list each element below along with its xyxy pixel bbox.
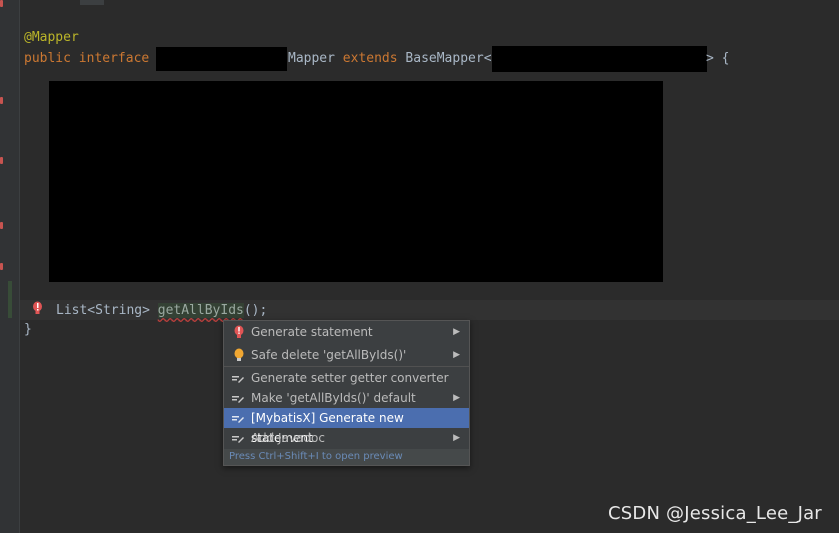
return-type: List<String>	[56, 303, 150, 318]
menu-item-safe-delete[interactable]: Safe delete 'getAllByIds()' ▶	[224, 345, 469, 365]
gutter-error-marker[interactable]	[0, 222, 3, 229]
menu-item-make-default[interactable]: Make 'getAllByIds()' default ▶	[224, 388, 469, 408]
lightbulb-icon	[234, 348, 244, 361]
menu-item-label: Safe delete 'getAllByIds()'	[251, 348, 407, 362]
gutter-error-marker[interactable]	[0, 0, 3, 7]
code-line-extends[interactable]: Mapper extends BaseMapper<	[288, 50, 492, 67]
redacted-block	[492, 46, 707, 72]
error-bulb-icon[interactable]	[32, 301, 43, 316]
code-line-method[interactable]: List<String> getAllByIds();	[56, 302, 267, 319]
keyword-public: public	[24, 51, 71, 66]
submenu-arrow-icon: ▶	[453, 433, 460, 443]
edit-intention-icon	[232, 371, 246, 385]
edit-intention-icon	[232, 411, 246, 425]
redacted-block	[156, 47, 287, 71]
redacted-code-block	[49, 81, 663, 282]
editor-gutter	[0, 0, 20, 533]
gutter-error-marker[interactable]	[0, 263, 3, 270]
footer-hint-text: Press Ctrl+Shift+I to open preview	[229, 451, 403, 462]
menu-item-label: Make 'getAllByIds()' default	[251, 391, 416, 405]
menu-item-label: Generate statement	[251, 325, 373, 339]
base-mapper-type: BaseMapper<	[405, 51, 492, 66]
menu-item-mybatisx-generate[interactable]: [MybatisX] Generate new statement	[224, 408, 469, 445]
menu-item-generate-converter[interactable]: Generate setter getter converter	[224, 368, 469, 388]
editor-tab-fragment[interactable]	[80, 0, 104, 5]
code-line-interface-decl[interactable]: public interface	[24, 50, 149, 67]
edit-intention-icon	[232, 391, 246, 405]
open-brace: > {	[706, 51, 730, 66]
submenu-arrow-icon: ▶	[453, 350, 460, 360]
submenu-arrow-icon: ▶	[453, 393, 460, 403]
annotation-token: @Mapper	[24, 30, 79, 45]
intention-actions-popup: Generate statement ▶ Safe delete 'getAll…	[223, 320, 470, 466]
keyword-interface: interface	[78, 51, 150, 66]
gutter-error-marker[interactable]	[0, 157, 3, 164]
edit-intention-icon	[232, 431, 246, 445]
code-line-annotation[interactable]: @Mapper	[24, 29, 79, 46]
popup-footer-hint[interactable]: Press Ctrl+Shift+I to open preview	[224, 449, 469, 465]
method-tail: ();	[243, 303, 268, 318]
close-brace: }	[24, 322, 32, 337]
vcs-change-marker[interactable]	[8, 281, 12, 318]
method-name-error[interactable]: getAllByIds	[157, 303, 244, 318]
mapper-suffix: Mapper	[288, 51, 335, 66]
menu-item-add-javadoc[interactable]: Add Javadoc ▶	[224, 428, 469, 448]
keyword-extends: extends	[342, 51, 398, 66]
submenu-arrow-icon: ▶	[453, 327, 460, 337]
menu-item-label: Add Javadoc	[251, 431, 325, 445]
gutter-error-marker[interactable]	[0, 97, 3, 104]
watermark: CSDN @Jessica_Lee_Jar	[608, 503, 822, 524]
menu-item-label: Generate setter getter converter	[251, 371, 449, 385]
menu-item-generate-statement[interactable]: Generate statement ▶	[224, 322, 469, 342]
error-bulb-icon	[234, 325, 244, 338]
menu-separator	[224, 366, 469, 367]
